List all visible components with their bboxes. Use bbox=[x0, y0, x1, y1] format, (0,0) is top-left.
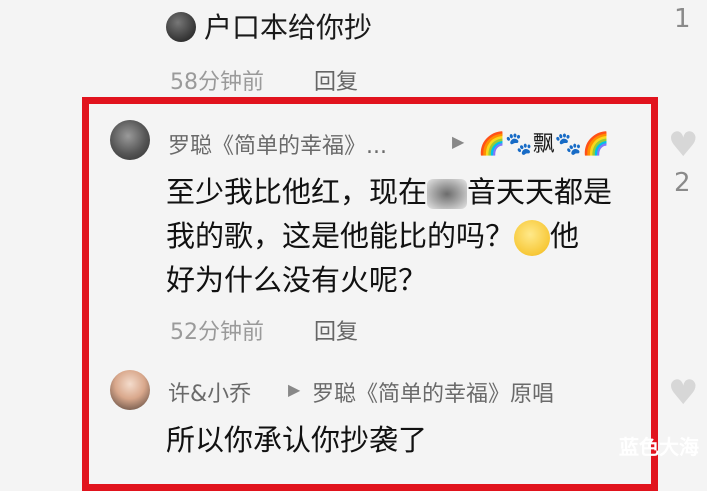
highlighted-comment-reply-button[interactable]: 回复 bbox=[314, 314, 358, 346]
reply-like-heart-icon[interactable]: ♥ bbox=[668, 376, 698, 410]
comment-line-1-end: 音天天都是 bbox=[467, 175, 613, 209]
reply-to-username[interactable]: 罗聪《简单的幸福》原唱 bbox=[312, 376, 554, 408]
blurred-text bbox=[427, 179, 468, 209]
comment-line-1: 至少我比他红，现在 音天天都是 bbox=[166, 170, 612, 214]
top-comment-reply-button[interactable]: 回复 bbox=[314, 64, 358, 96]
reply-comment-text: 所以你承认你抄袭了 bbox=[166, 423, 428, 457]
sad-emoji-icon bbox=[166, 12, 196, 42]
play-arrow-icon: ▶ bbox=[452, 132, 465, 151]
reply-arrow-icon: ▶ bbox=[288, 380, 301, 399]
comment-line-1-start: 至少我比他红，现在 bbox=[166, 175, 428, 209]
top-comment-time: 58分钟前 bbox=[170, 70, 264, 95]
comment-line-3: 好为什么没有火呢？ bbox=[166, 263, 428, 297]
watermark: 蓝色大海 bbox=[619, 435, 699, 459]
comment-line-2-text: 我的歌，这是他能比的吗？ bbox=[166, 219, 515, 253]
comment-line-2: 我的歌，这是他能比的吗？ 他 bbox=[166, 214, 579, 258]
top-comment-like-count: 1 bbox=[674, 4, 691, 34]
top-comment-text: 户口本给你抄 bbox=[204, 11, 373, 44]
reply-avatar[interactable] bbox=[110, 370, 150, 410]
user-badges: 🌈🐾飘🐾🌈 bbox=[478, 132, 610, 157]
smile-emoji-icon bbox=[514, 220, 551, 256]
like-heart-icon[interactable]: ♥ bbox=[668, 128, 698, 162]
highlighted-comment-like-count: 2 bbox=[674, 168, 691, 198]
reply-username[interactable]: 许&小乔 bbox=[168, 376, 251, 408]
comment-username[interactable]: 罗聪《简单的幸福》... bbox=[168, 128, 387, 160]
comment-line-2-end: 他 bbox=[550, 219, 580, 253]
highlighted-comment-time: 52分钟前 bbox=[170, 320, 264, 345]
avatar[interactable] bbox=[110, 120, 150, 160]
